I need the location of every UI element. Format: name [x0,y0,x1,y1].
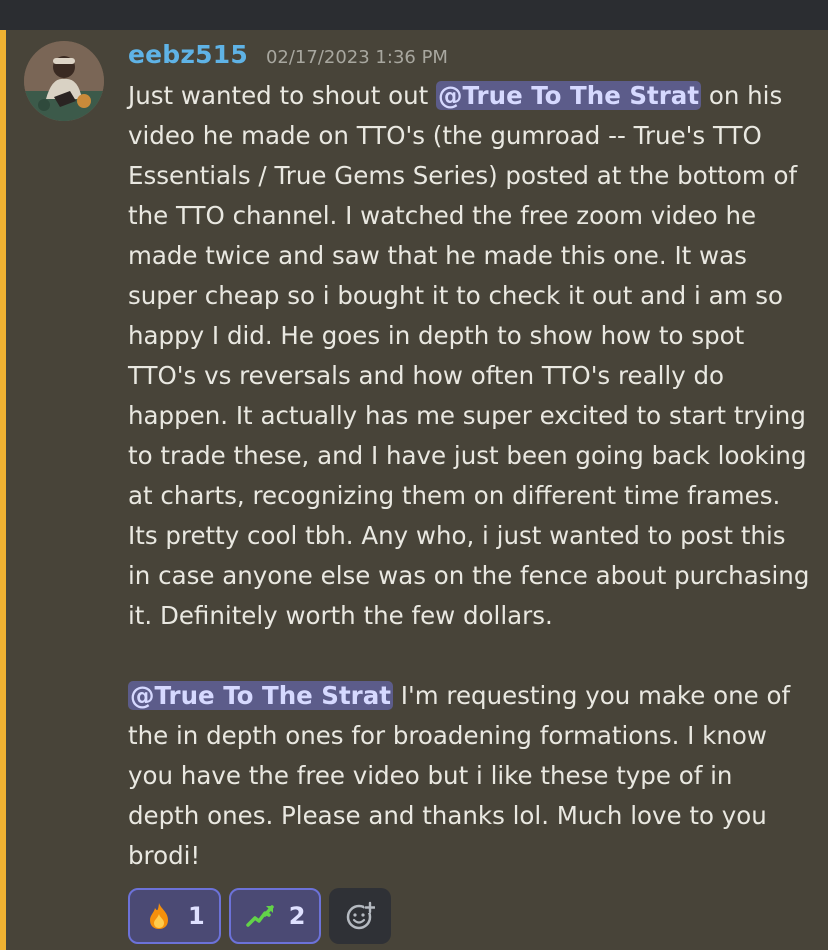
chart-up-emoji-icon [245,905,274,927]
add-reaction-icon [347,901,376,930]
user-mention[interactable]: @True To The Strat [128,681,393,710]
reactions-bar: 1 2 [128,888,392,944]
message-text-prefix: Just wanted to shout out [128,81,429,110]
message-text: on his video he made on TTO's (the gumro… [128,81,810,630]
message-body: Just wanted to shout out @True To The St… [128,76,810,876]
avatar[interactable] [24,41,104,121]
fire-emoji-icon [150,903,168,929]
reaction-chart-up[interactable]: 2 [228,888,322,944]
user-mention[interactable]: @True To The Strat [436,81,702,110]
username[interactable]: eebz515 [128,40,248,69]
mention-highlight-bar [0,30,6,950]
reaction-count: 2 [288,902,306,930]
timestamp: 02/17/2023 1:36 PM [265,47,448,68]
reaction-count: 1 [188,902,205,930]
message-header: eebz515 02/17/2023 1:36 PM [128,40,448,74]
chat-message: eebz515 02/17/2023 1:36 PM Just wanted t… [0,30,828,950]
message-paragraph: @True To The Strat I'm requesting you ma… [128,676,810,876]
top-bar [0,0,828,30]
reaction-fire[interactable]: 1 [128,888,221,944]
add-reaction-button[interactable] [329,888,392,944]
message-paragraph: Just wanted to shout out @True To The St… [128,76,810,636]
